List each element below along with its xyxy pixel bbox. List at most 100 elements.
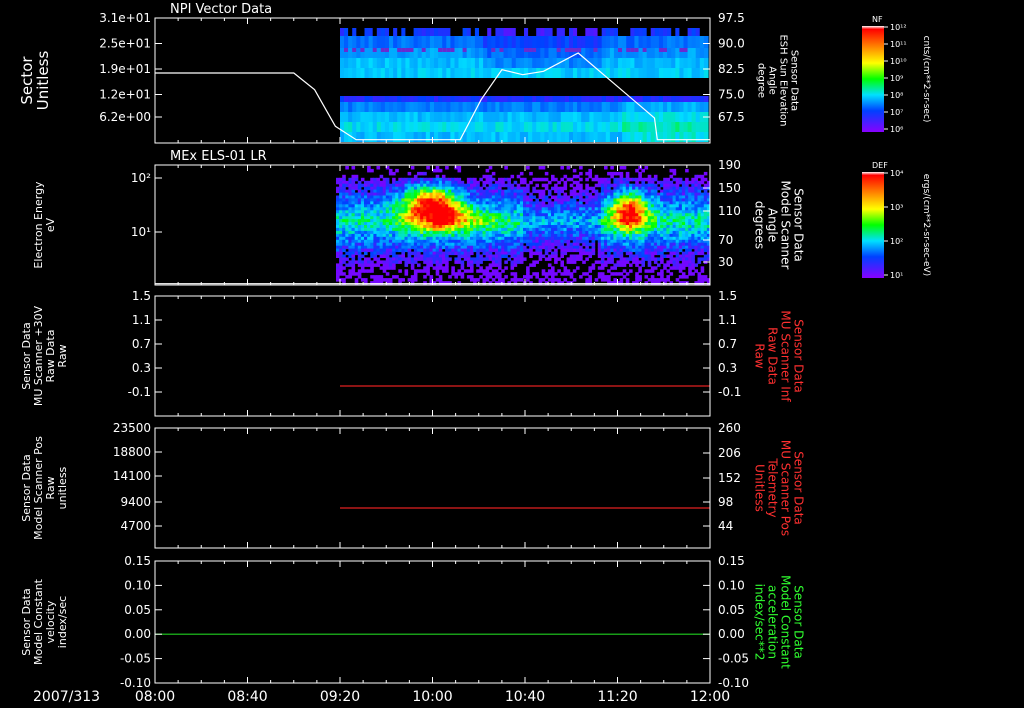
right-y-tick-label: 30 bbox=[718, 255, 733, 269]
colorbar-tag: NF bbox=[872, 15, 883, 24]
colorbar-tick-label: 10³ bbox=[890, 203, 903, 212]
right-y-tick-label: 0.00 bbox=[718, 627, 745, 641]
y-tick-label: 0.15 bbox=[124, 554, 151, 568]
y-tick-label: 1.9e+01 bbox=[99, 62, 151, 76]
colorbar-tick-label: 10⁹ bbox=[890, 74, 903, 83]
right-axis-label-line: Unitless bbox=[753, 464, 767, 512]
y-tick-label: 10¹ bbox=[131, 225, 151, 239]
colorbars: NF 10¹² 10¹¹ 10¹⁰ 10⁹ 10⁸ 10⁷ 10⁶ cnts/(cm**2-sr… bbox=[862, 15, 931, 280]
right-axis-label-line: ESH Sun Elevation bbox=[778, 34, 789, 126]
colorbar-tick-label: 10⁷ bbox=[890, 108, 903, 117]
y-tick-label: 0.00 bbox=[124, 627, 151, 641]
right-axis-label-panel-2: Sensor DataModel ScannerAngledegrees bbox=[753, 181, 806, 270]
right-axis-label-panel-4: Sensor DataMU Scanner PosTelemetryUnitle… bbox=[753, 440, 806, 536]
y-tick-label: 0.7 bbox=[132, 337, 151, 351]
colorbar-tick-label: 10⁶ bbox=[890, 125, 903, 134]
y-tick-label: 0.3 bbox=[132, 361, 151, 375]
colorbar-unit: cnts/(cm**2-sr-sec) bbox=[921, 36, 931, 123]
right-y-tick-label: -0.1 bbox=[718, 385, 741, 399]
right-y-tick-label: 260 bbox=[718, 421, 741, 435]
right-y-tick-label: -0.05 bbox=[718, 652, 749, 666]
time-tick-label: 11:20 bbox=[597, 689, 637, 705]
y-tick-label: 3.1e+01 bbox=[99, 11, 151, 25]
y-tick-label: -0.05 bbox=[120, 652, 151, 666]
right-y-tick-label: 110 bbox=[718, 204, 741, 218]
right-axis-label-line: index/sec**2 bbox=[753, 584, 767, 661]
right-axis-label-line: Sensor Data bbox=[792, 451, 806, 525]
y-tick-label: 14100 bbox=[113, 469, 151, 483]
right-y-tick-label: 90.0 bbox=[718, 37, 745, 51]
colorbar-tick-label: 10¹⁰ bbox=[890, 57, 907, 66]
right-y-tick-label: 0.3 bbox=[718, 361, 737, 375]
y-tick-label: 23500 bbox=[113, 421, 151, 435]
right-y-tick-label: 1.1 bbox=[718, 313, 737, 327]
right-axis-label-line: Sensor Data bbox=[792, 188, 806, 262]
right-axis-label-panel-1: Sensor DataESH Sun ElevationAngledegree bbox=[756, 34, 800, 126]
colorbar-tick-label: 10² bbox=[890, 237, 903, 246]
y-tick-label: -0.1 bbox=[128, 385, 151, 399]
y-tick-label: 6.2e+00 bbox=[99, 110, 151, 124]
colorbar-unit: ergs/(cm**2-sr-sec-eV) bbox=[921, 174, 931, 276]
right-axis-label-line: Telemetry bbox=[766, 457, 780, 517]
time-tick-label: 10:40 bbox=[505, 689, 545, 705]
colorbar-2 bbox=[862, 172, 884, 278]
y-tick-label: 2.5e+01 bbox=[99, 37, 151, 51]
y-tick-label: 1.1 bbox=[132, 313, 151, 327]
time-tick-label: 10:00 bbox=[412, 689, 452, 705]
right-axis-label-line: MU Scanner Inf bbox=[779, 310, 793, 402]
right-axis-label-line: Angle bbox=[767, 66, 778, 94]
right-axis-label-line: degrees bbox=[753, 201, 767, 249]
time-tick-label: 12:00 bbox=[690, 689, 730, 705]
y-tick-label: 4700 bbox=[120, 519, 151, 533]
colorbar-tick-label: 10⁸ bbox=[890, 91, 903, 100]
right-axis-label-line: acceleration bbox=[766, 585, 780, 659]
colorbar-tag: DEF bbox=[872, 161, 888, 170]
right-axis-label-line: Angle bbox=[766, 208, 780, 242]
right-y-tick-label: 0.05 bbox=[718, 603, 745, 617]
right-axis-label-line: degree bbox=[756, 63, 767, 98]
right-y-tick-label: 0.7 bbox=[718, 337, 737, 351]
colorbar-tick-label: 10⁴ bbox=[890, 169, 903, 178]
right-y-tick-label: 150 bbox=[718, 181, 741, 195]
y-axis-label-line: Unitless bbox=[34, 51, 52, 111]
right-y-tick-label: 97.5 bbox=[718, 11, 745, 25]
right-y-tick-label: 82.5 bbox=[718, 62, 745, 76]
colorbar-tick-label: 10¹ bbox=[890, 271, 903, 280]
y-axis-label-line: unitless bbox=[56, 466, 69, 509]
chart-figure: NPI Vector Data MEx ELS-01 LR 3.1e+01 2.5e+… bbox=[18, 2, 931, 705]
right-y-tick-label: 70 bbox=[718, 233, 733, 247]
right-axis-label-line: Sensor Data bbox=[792, 319, 806, 393]
npi-heatmap-cells bbox=[340, 28, 709, 142]
y-axis-label-line: Raw bbox=[56, 344, 69, 367]
els-heatmap-cells bbox=[336, 166, 711, 285]
colorbar-tick-label: 10¹¹ bbox=[890, 40, 907, 49]
date-label: 2007/313 bbox=[33, 689, 100, 705]
y-tick-label: 0.05 bbox=[124, 603, 151, 617]
panel-frame-4 bbox=[154, 427, 711, 549]
panel-2-title: MEx ELS-01 LR bbox=[170, 149, 267, 164]
time-tick-label: 08:40 bbox=[227, 689, 267, 705]
right-y-tick-label: 152 bbox=[718, 471, 741, 485]
right-axis-label-panel-5: Sensor DataModel Constantaccelerationind… bbox=[753, 575, 806, 669]
panel-1-title: NPI Vector Data bbox=[170, 2, 272, 17]
y-axis-label-panel-2: Electron EnergyeV bbox=[32, 181, 57, 269]
right-y-tick-label: 67.5 bbox=[718, 110, 745, 124]
right-axis-label-line: Raw Data bbox=[766, 327, 780, 385]
right-axis-label-line: Sensor Data bbox=[792, 585, 806, 659]
time-tick-label: 08:00 bbox=[135, 689, 175, 705]
y-tick-label: 1.2e+01 bbox=[99, 88, 151, 102]
y-tick-label: 18800 bbox=[113, 445, 151, 459]
right-axis-label-line: Raw bbox=[753, 343, 767, 368]
right-y-tick-label: 75.0 bbox=[718, 88, 745, 102]
right-axis-label-line: Model Constant bbox=[779, 575, 793, 669]
y-tick-label: 9400 bbox=[120, 495, 151, 509]
right-y-tick-label: 206 bbox=[718, 446, 741, 460]
time-tick-label: 09:20 bbox=[320, 689, 360, 705]
y-axis-label-panel-1: SectorUnitless bbox=[18, 51, 52, 111]
y-tick-label: 10² bbox=[131, 171, 151, 185]
right-axis-label-line: MU Scanner Pos bbox=[779, 440, 793, 536]
right-axis-label-panel-3: Sensor DataMU Scanner InfRaw DataRaw bbox=[753, 310, 806, 402]
right-y-tick-label: 190 bbox=[718, 158, 741, 172]
y-axis-label-panel-4: Sensor DataModel Scanner PosRawunitless bbox=[20, 436, 69, 540]
y-axis-label-panel-3: Sensor DataMU Scanner +30VRaw DataRaw bbox=[20, 305, 69, 406]
